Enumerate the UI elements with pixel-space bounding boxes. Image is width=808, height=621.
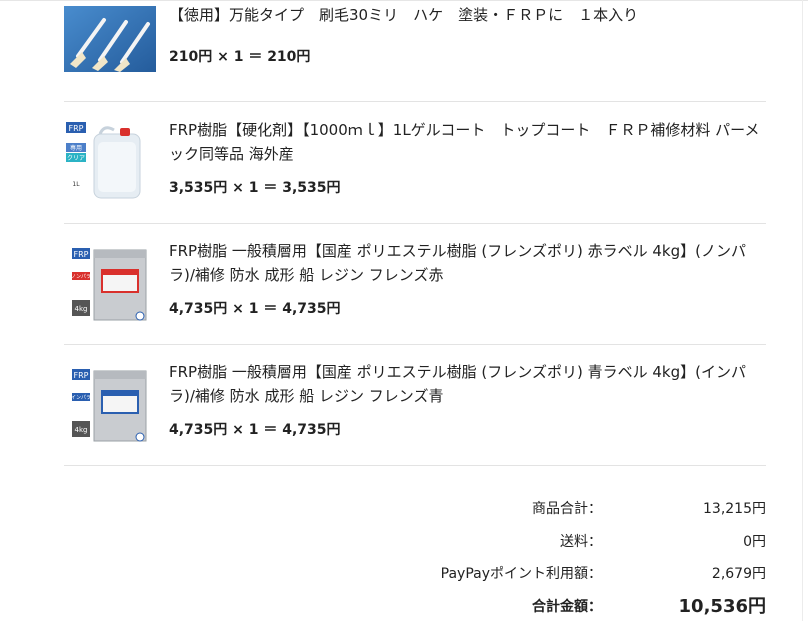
thumb-label-weight: 4kg <box>75 305 88 313</box>
subtotal-label: 商品合計： <box>532 501 602 517</box>
summary-row-total: 合計金額： 10,536円 <box>400 595 766 619</box>
shipping-label: 送料： <box>560 534 602 550</box>
points-label: PayPayポイント利用額： <box>440 566 602 582</box>
order-summary: 商品合計： 13,215円 送料： 0円 PayPayポイント利用額： 2,67… <box>400 0 766 621</box>
item-thumbnail-resin-can-red[interactable]: FRP ノンパラ 4kg <box>64 244 152 328</box>
thumb-label-frp: FRP <box>74 250 89 259</box>
thumb-label-weight: 4kg <box>75 426 88 434</box>
summary-row-points: PayPayポイント利用額： 2,679円 <box>400 562 766 586</box>
thumb-label-clear: クリア <box>67 155 85 162</box>
summary-row-subtotal: 商品合計： 13,215円 <box>400 497 766 521</box>
thumb-label-dedicated: 専用 <box>70 144 82 152</box>
item-price-line: 4,735円 × 1 ＝ 4,735円 <box>169 422 341 438</box>
right-scroll-edge <box>802 0 803 621</box>
item-thumbnail-hardener-bottle[interactable]: FRP 専用 クリア 1L <box>64 120 152 202</box>
total-value: 10,536円 <box>678 596 766 617</box>
thumb-label-volume: 1L <box>72 181 80 188</box>
subtotal-value: 13,215円 <box>703 501 766 517</box>
item-thumbnail-resin-can-blue[interactable]: FRP インパラ 4kg <box>64 365 152 449</box>
shipping-value: 0円 <box>743 534 766 550</box>
thumb-label-frp: FRP <box>74 371 89 380</box>
total-label: 合計金額： <box>532 599 602 615</box>
item-price-line: 3,535円 × 1 ＝ 3,535円 <box>169 180 341 196</box>
thumb-label-type: ノンパラ <box>71 274 91 280</box>
summary-row-shipping: 送料： 0円 <box>400 530 766 554</box>
item-thumbnail-brush[interactable] <box>64 6 156 72</box>
points-value: 2,679円 <box>711 566 766 582</box>
thumb-label-type: インパラ <box>71 395 91 401</box>
item-price-line: 4,735円 × 1 ＝ 4,735円 <box>169 301 341 317</box>
thumb-label-frp: FRP <box>69 124 84 133</box>
item-price-line: 210円 × 1 ＝ 210円 <box>169 49 311 65</box>
